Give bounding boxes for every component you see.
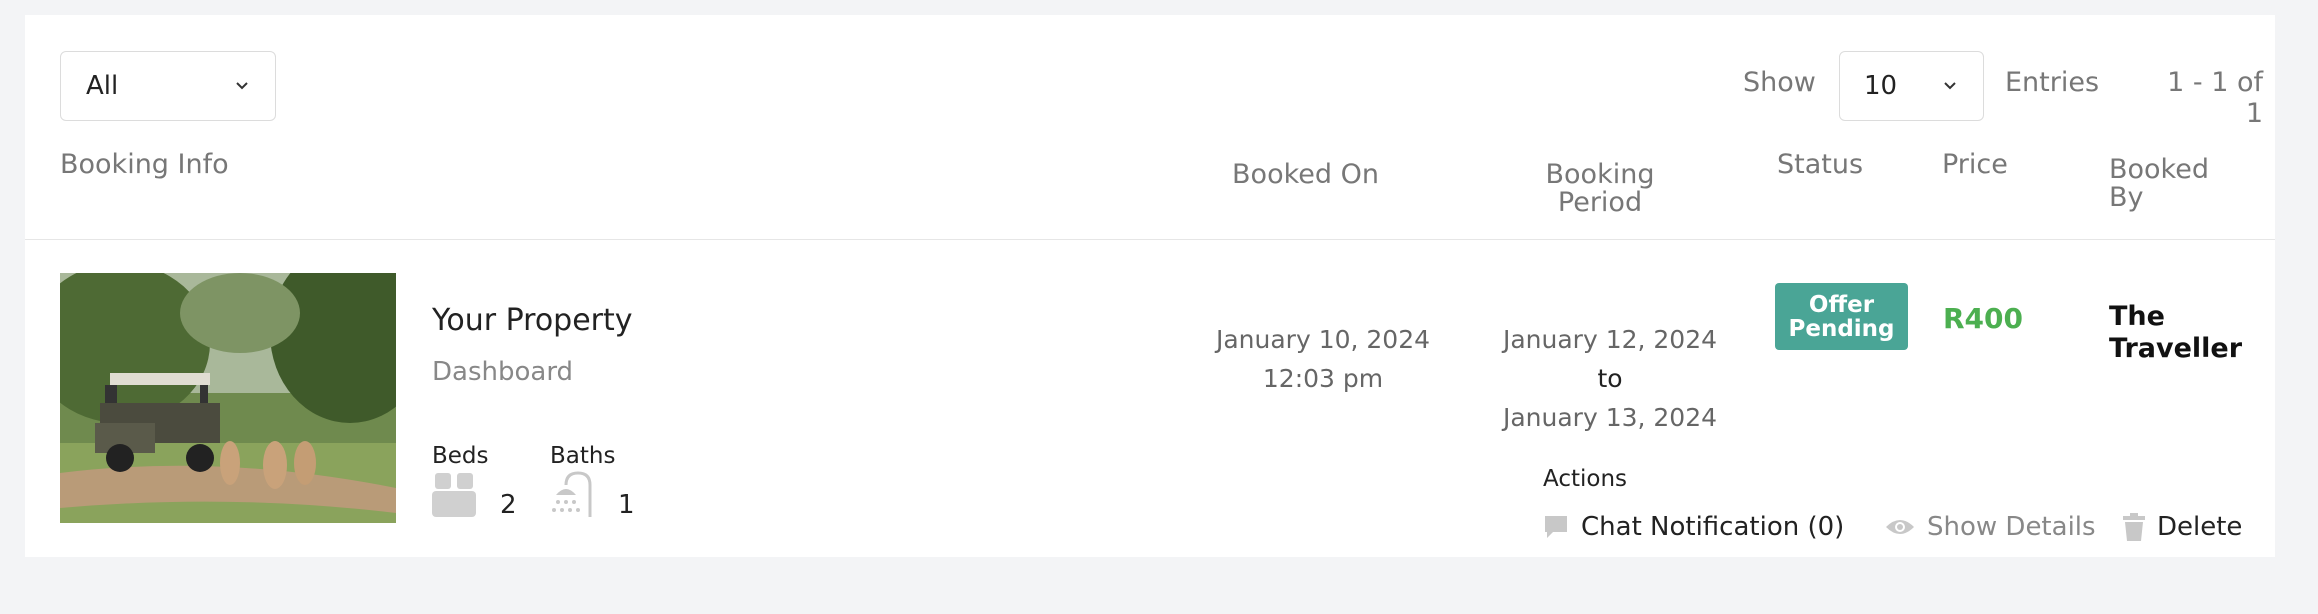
booked-on-cell: January 10, 2024 12:03 pm [1203, 320, 1443, 398]
entries-per-page-select[interactable]: 10 [1839, 51, 1984, 121]
shower-icon [552, 471, 592, 517]
bed-icon [432, 473, 476, 517]
status-badge: Offer Pending [1775, 283, 1908, 350]
eye-icon [1886, 520, 1914, 534]
header-booking-period: Booking Period [1545, 159, 1655, 218]
property-name[interactable]: Your Property [432, 303, 633, 338]
booked-on-time: 12:03 pm [1262, 364, 1384, 393]
show-label: Show [1743, 67, 1816, 98]
period-end: January 13, 2024 [1502, 403, 1718, 432]
chevron-down-icon [1944, 82, 1956, 90]
header-booking-info: Booking Info [60, 149, 229, 180]
booking-period-cell: January 12, 2024 to January 13, 2024 [1490, 320, 1730, 437]
status-filter-value: All [86, 71, 119, 101]
header-booked-by: Booked By [2109, 154, 2209, 213]
chat-notification-label: Chat Notification (0) [1581, 512, 1845, 542]
entries-value: 10 [1864, 71, 1898, 101]
show-details-label: Show Details [1927, 512, 2096, 542]
period-start: January 12, 2024 [1502, 325, 1718, 354]
beds-label: Beds [432, 443, 489, 469]
chat-icon [1545, 516, 1567, 538]
status-line-1: Offer [1808, 291, 1875, 318]
beds-count: 2 [500, 490, 517, 520]
actions-label: Actions [1543, 466, 1628, 492]
header-booked-on: Booked On [1232, 159, 1379, 190]
header-divider [25, 239, 2275, 240]
period-to: to [1597, 364, 1623, 393]
booked-by: The Traveller [2109, 301, 2259, 365]
status-line-2: Pending [1788, 315, 1895, 342]
baths-count: 1 [618, 490, 635, 520]
booked-by-line-2: Traveller [2109, 333, 2243, 364]
show-details-button[interactable]: Show Details [1885, 512, 2096, 542]
trash-icon [2123, 513, 2145, 541]
property-thumbnail[interactable] [60, 273, 396, 523]
header-status: Status [1777, 149, 1864, 180]
header-price: Price [1942, 149, 2008, 180]
bookings-panel: All Show 10 Entries 1 - 1 of 1 Booking I… [25, 15, 2275, 557]
chevron-down-icon [236, 82, 248, 90]
delete-label: Delete [2157, 512, 2243, 542]
booked-on-date: January 10, 2024 [1215, 325, 1431, 354]
baths-label: Baths [550, 443, 616, 469]
chat-notification-button[interactable]: Chat Notification (0) [1543, 512, 1844, 542]
entries-label: Entries [2005, 67, 2100, 98]
property-subtitle: Dashboard [432, 357, 574, 387]
price: R400 [1943, 302, 2024, 335]
booked-by-line-1: The [2109, 301, 2165, 332]
pagination-summary: 1 - 1 of 1 [2167, 67, 2263, 129]
status-filter-select[interactable]: All [60, 51, 276, 121]
delete-button[interactable]: Delete [2123, 512, 2242, 542]
